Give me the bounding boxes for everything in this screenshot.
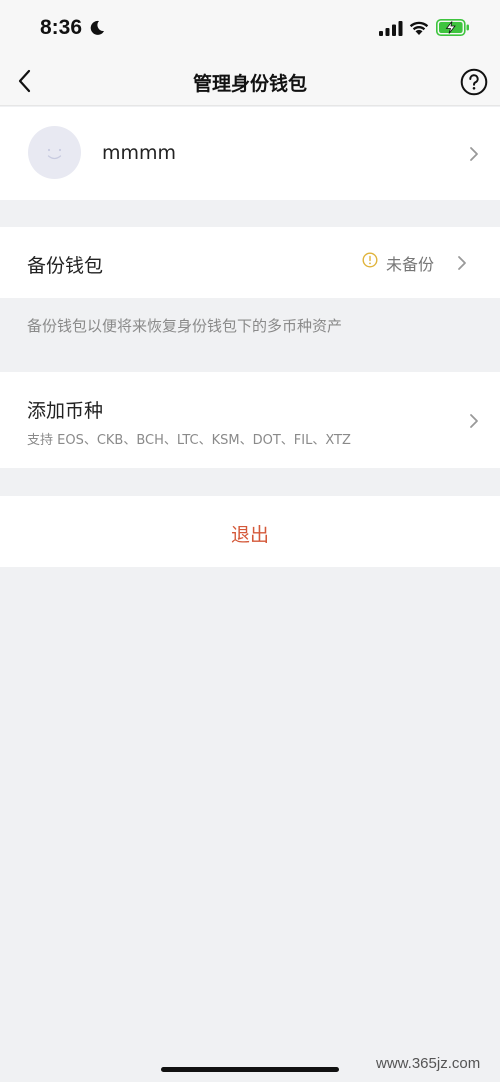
home-indicator[interactable] (161, 1067, 339, 1072)
avatar (28, 126, 81, 179)
backup-status: 未备份 (386, 255, 435, 274)
status-bar: 8:36 (0, 0, 500, 56)
logout-label: 退出 (230, 524, 269, 546)
question-circle-icon[interactable] (460, 68, 488, 96)
wifi-icon (409, 21, 429, 35)
battery-charging-icon (436, 19, 469, 36)
wallet-name: mmmm (102, 142, 177, 164)
backup-wallet-row[interactable]: 备份钱包 未备份 (0, 227, 500, 298)
watermark: www.365jz.com (376, 1055, 481, 1072)
moon-icon (90, 20, 104, 35)
warning-circle-icon (362, 252, 378, 268)
navigation-bar: 管理身份钱包 (0, 56, 500, 106)
add-coin-row[interactable]: 添加币种 支持 EOS、CKB、BCH、LTC、KSM、DOT、FIL、XTZ (0, 372, 500, 468)
add-coin-title: 添加币种 (27, 400, 104, 422)
status-time: 8:36 (40, 16, 83, 39)
signal-icon (379, 21, 403, 36)
chevron-right-icon (470, 414, 478, 428)
backup-hint: 备份钱包以便将来恢复身份钱包下的多币种资产 (27, 317, 343, 335)
chevron-right-icon (458, 256, 466, 270)
backup-wallet-label: 备份钱包 (27, 255, 104, 277)
smiley-face-icon (47, 148, 62, 160)
wallet-profile-row[interactable]: mmmm (0, 107, 500, 200)
page-title: 管理身份钱包 (192, 73, 307, 95)
logout-button[interactable]: 退出 (0, 496, 500, 567)
supported-coins-text: 支持 EOS、CKB、BCH、LTC、KSM、DOT、FIL、XTZ (27, 433, 351, 448)
chevron-right-icon (470, 147, 478, 161)
